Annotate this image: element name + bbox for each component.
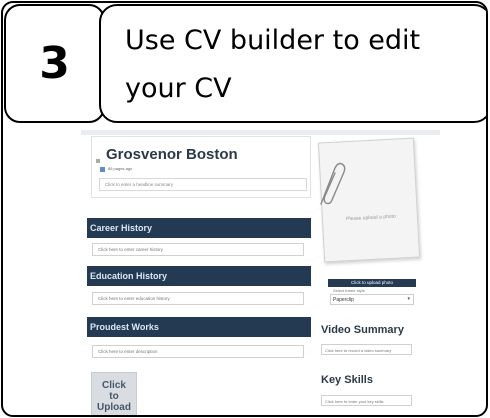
- headline-summary-field[interactable]: Click to enter a headline summary: [99, 178, 307, 191]
- step-card: 3 Use CV builder to edit your CV Grosven…: [1, 1, 488, 417]
- paperclip-icon: [320, 162, 346, 205]
- chevron-down-icon: ▾: [407, 296, 410, 302]
- upload-tile-line-1: Click: [102, 380, 126, 391]
- video-summary-heading: Video Summary: [321, 324, 404, 336]
- step-title-box: Use CV builder to edit your CV: [99, 4, 486, 123]
- frame-style-label: Select frame style: [333, 288, 365, 293]
- screenshot-top-strip: [81, 130, 440, 135]
- step-title-line-2: your CV: [125, 73, 232, 104]
- upload-tile-line-3: Upload: [97, 402, 131, 413]
- status-icon: [100, 167, 105, 172]
- upload-work-tile[interactable]: Click to Upload: [91, 372, 137, 415]
- career-history-header: Career History: [87, 218, 311, 238]
- profile-subline: 85 pages ago: [108, 166, 133, 171]
- bullet-icon: [96, 159, 100, 163]
- education-history-field[interactable]: Click here to enter education history: [92, 292, 304, 305]
- profile-header-panel: Grosvenor Boston 85 pages ago Click to e…: [91, 136, 311, 198]
- cv-builder-screenshot: Grosvenor Boston 85 pages ago Click to e…: [81, 130, 440, 415]
- frame-style-select[interactable]: Paperclip ▾: [330, 294, 414, 305]
- upload-photo-button[interactable]: Click to upload photo: [328, 279, 416, 287]
- video-summary-field[interactable]: Click here to record a video summary: [321, 344, 412, 355]
- proudest-works-header: Proudest Works: [87, 317, 311, 337]
- education-history-header: Education History: [87, 266, 311, 286]
- key-skills-heading: Key Skills: [321, 374, 373, 386]
- step-title-line-1: Use CV builder to edit: [125, 25, 421, 56]
- proudest-works-field[interactable]: Click here to enter description: [92, 345, 304, 358]
- key-skills-field[interactable]: Click here to enter your key skills: [321, 395, 412, 406]
- profile-name: Grosvenor Boston: [106, 146, 238, 163]
- upload-tile-line-2: to: [109, 391, 119, 402]
- photo-caption: Please upload a photo: [345, 213, 396, 223]
- frame-style-value: Paperclip: [333, 297, 354, 303]
- step-number: 3: [4, 4, 105, 123]
- career-history-field[interactable]: Click here to enter career history: [92, 243, 304, 256]
